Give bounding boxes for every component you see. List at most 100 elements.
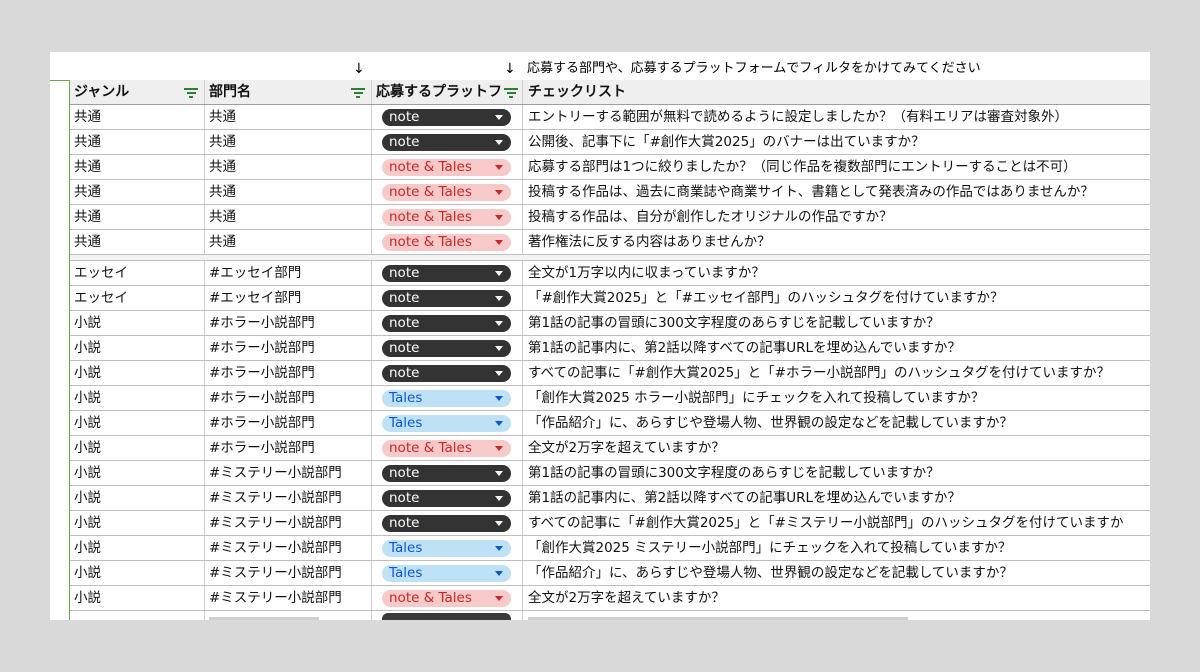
platform-dropdown-chip[interactable]: note [382, 465, 511, 482]
department-cell[interactable]: #ホラー小説部門 [205, 436, 372, 460]
platform-cell[interactable]: note [372, 286, 523, 310]
department-cell[interactable]: #ホラー小説部門 [205, 311, 372, 335]
platform-cell[interactable]: note & Tales [372, 205, 523, 229]
checklist-cell[interactable]: 全文が1万字以内に収まっていますか？ [523, 261, 1150, 285]
checklist-cell[interactable]: すべての記事に「#創作大賞2025」と「#ホラー小説部門」のハッシュタグを付けて… [523, 361, 1150, 385]
platform-dropdown-chip[interactable]: note [382, 134, 511, 151]
department-cell[interactable]: #ミステリー小説部門 [205, 511, 372, 535]
genre-cell[interactable]: 小説 [70, 336, 205, 360]
platform-dropdown-chip[interactable]: note [382, 315, 511, 332]
platform-dropdown-chip[interactable]: note [382, 109, 511, 126]
department-cell[interactable]: #ホラー小説部門 [205, 361, 372, 385]
genre-cell[interactable]: 共通 [70, 205, 205, 229]
platform-dropdown-chip[interactable]: note & Tales [382, 234, 511, 251]
platform-cell[interactable]: note & Tales [372, 586, 523, 610]
checklist-cell[interactable]: 「作品紹介」に、あらすじや登場人物、世界観の設定などを記載していますか？ [523, 561, 1150, 585]
platform-cell[interactable]: note & Tales [372, 180, 523, 204]
department-cell[interactable]: #ホラー小説部門 [205, 411, 372, 435]
platform-chip[interactable] [382, 613, 511, 620]
genre-cell[interactable]: 小説 [70, 511, 205, 535]
platform-cell[interactable]: note [372, 311, 523, 335]
genre-cell[interactable]: エッセイ [70, 286, 205, 310]
department-cell[interactable]: 共通 [205, 230, 372, 254]
genre-cell[interactable]: 共通 [70, 180, 205, 204]
platform-cell[interactable]: note [372, 261, 523, 285]
checklist-cell[interactable]: 「#創作大賞2025」と「#エッセイ部門」のハッシュタグを付けていますか？ [523, 286, 1150, 310]
genre-cell[interactable]: 小説 [70, 386, 205, 410]
checklist-cell[interactable]: 第1話の記事の冒頭に300文字程度のあらすじを記載していますか？ [523, 311, 1150, 335]
checklist-cell[interactable]: 全文が2万字を超えていますか？ [523, 586, 1150, 610]
platform-dropdown-chip[interactable]: note [382, 340, 511, 357]
filter-icon[interactable] [351, 88, 365, 98]
platform-cell[interactable]: note [372, 361, 523, 385]
header-checklist[interactable]: チェックリスト [523, 80, 1150, 104]
checklist-cell[interactable]: 公開後、記事下に「#創作大賞2025」のバナーは出ていますか？ [523, 130, 1150, 154]
platform-cell[interactable]: note [372, 130, 523, 154]
department-cell[interactable]: #ミステリー小説部門 [205, 586, 372, 610]
genre-cell[interactable]: 小説 [70, 486, 205, 510]
platform-cell[interactable]: note [372, 511, 523, 535]
checklist-cell[interactable]: 第1話の記事内に、第2話以降すべての記事URLを埋め込んでいますか？ [523, 336, 1150, 360]
platform-dropdown-chip[interactable]: note [382, 515, 511, 532]
department-cell[interactable]: #ミステリー小説部門 [205, 461, 372, 485]
header-platform[interactable]: 応募するプラットフ [372, 80, 523, 104]
platform-cell[interactable]: note & Tales [372, 155, 523, 179]
platform-cell[interactable]: Tales [372, 411, 523, 435]
checklist-cell[interactable]: すべての記事に「#創作大賞2025」と「#ミステリー小説部門」のハッシュタグを付… [523, 511, 1150, 535]
checklist-cell[interactable]: 第1話の記事の冒頭に300文字程度のあらすじを記載していますか？ [523, 461, 1150, 485]
genre-cell[interactable]: 小説 [70, 311, 205, 335]
checklist-cell[interactable]: 全文が2万字を超えていますか？ [523, 436, 1150, 460]
genre-cell[interactable]: 小説 [70, 436, 205, 460]
platform-dropdown-chip[interactable]: Tales [382, 390, 511, 407]
genre-cell[interactable]: 共通 [70, 155, 205, 179]
checklist-cell[interactable]: 投稿する作品は、過去に商業誌や商業サイト、書籍として発表済みの作品ではありません… [523, 180, 1150, 204]
platform-cell[interactable]: note [372, 105, 523, 129]
department-cell[interactable]: 共通 [205, 105, 372, 129]
platform-cell[interactable]: note [372, 486, 523, 510]
platform-cell[interactable]: note [372, 336, 523, 360]
department-cell[interactable]: 共通 [205, 130, 372, 154]
platform-dropdown-chip[interactable]: note [382, 365, 511, 382]
department-cell[interactable]: 共通 [205, 155, 372, 179]
platform-dropdown-chip[interactable]: note [382, 490, 511, 507]
platform-dropdown-chip[interactable]: Tales [382, 540, 511, 557]
checklist-cell[interactable]: 第1話の記事内に、第2話以降すべての記事URLを埋め込んでいますか？ [523, 486, 1150, 510]
platform-cell[interactable]: Tales [372, 386, 523, 410]
platform-dropdown-chip[interactable]: note & Tales [382, 184, 511, 201]
department-cell[interactable]: #エッセイ部門 [205, 286, 372, 310]
platform-dropdown-chip[interactable]: note [382, 290, 511, 307]
checklist-cell[interactable]: 「創作大賞2025 ミステリー小説部門」にチェックを入れて投稿していますか？ [523, 536, 1150, 560]
platform-dropdown-chip[interactable]: note & Tales [382, 590, 511, 607]
header-department[interactable]: 部門名 [205, 80, 372, 104]
genre-cell[interactable]: 共通 [70, 230, 205, 254]
filter-icon[interactable] [184, 88, 198, 98]
checklist-cell[interactable]: 「作品紹介」に、あらすじや登場人物、世界観の設定などを記載していますか？ [523, 411, 1150, 435]
platform-dropdown-chip[interactable]: note & Tales [382, 209, 511, 226]
checklist-cell[interactable]: 応募する部門は1つに絞りましたか？（同じ作品を複数部門にエントリーすることは不可… [523, 155, 1150, 179]
filter-icon[interactable] [504, 88, 518, 98]
department-cell[interactable]: #ミステリー小説部門 [205, 561, 372, 585]
genre-cell[interactable]: 小説 [70, 461, 205, 485]
department-cell[interactable]: #ミステリー小説部門 [205, 486, 372, 510]
genre-cell[interactable]: エッセイ [70, 261, 205, 285]
platform-dropdown-chip[interactable]: note & Tales [382, 159, 511, 176]
header-genre[interactable]: ジャンル [70, 80, 205, 104]
department-cell[interactable]: #ホラー小説部門 [205, 336, 372, 360]
genre-cell[interactable]: 小説 [70, 561, 205, 585]
genre-cell[interactable]: 小説 [70, 361, 205, 385]
genre-cell[interactable]: 共通 [70, 130, 205, 154]
checklist-cell[interactable]: 投稿する作品は、自分が創作したオリジナルの作品ですか？ [523, 205, 1150, 229]
checklist-cell[interactable]: エントリーする範囲が無料で読めるように設定しましたか？（有料エリアは審査対象外） [523, 105, 1150, 129]
platform-dropdown-chip[interactable]: note [382, 265, 511, 282]
department-cell[interactable]: 共通 [205, 180, 372, 204]
platform-cell[interactable]: Tales [372, 536, 523, 560]
genre-cell[interactable]: 小説 [70, 411, 205, 435]
platform-cell[interactable]: note & Tales [372, 230, 523, 254]
genre-cell[interactable]: 小説 [70, 586, 205, 610]
platform-dropdown-chip[interactable]: Tales [382, 565, 511, 582]
department-cell[interactable]: #ホラー小説部門 [205, 386, 372, 410]
platform-cell[interactable]: note & Tales [372, 436, 523, 460]
genre-cell[interactable]: 小説 [70, 536, 205, 560]
platform-dropdown-chip[interactable]: note & Tales [382, 440, 511, 457]
genre-cell[interactable]: 共通 [70, 105, 205, 129]
